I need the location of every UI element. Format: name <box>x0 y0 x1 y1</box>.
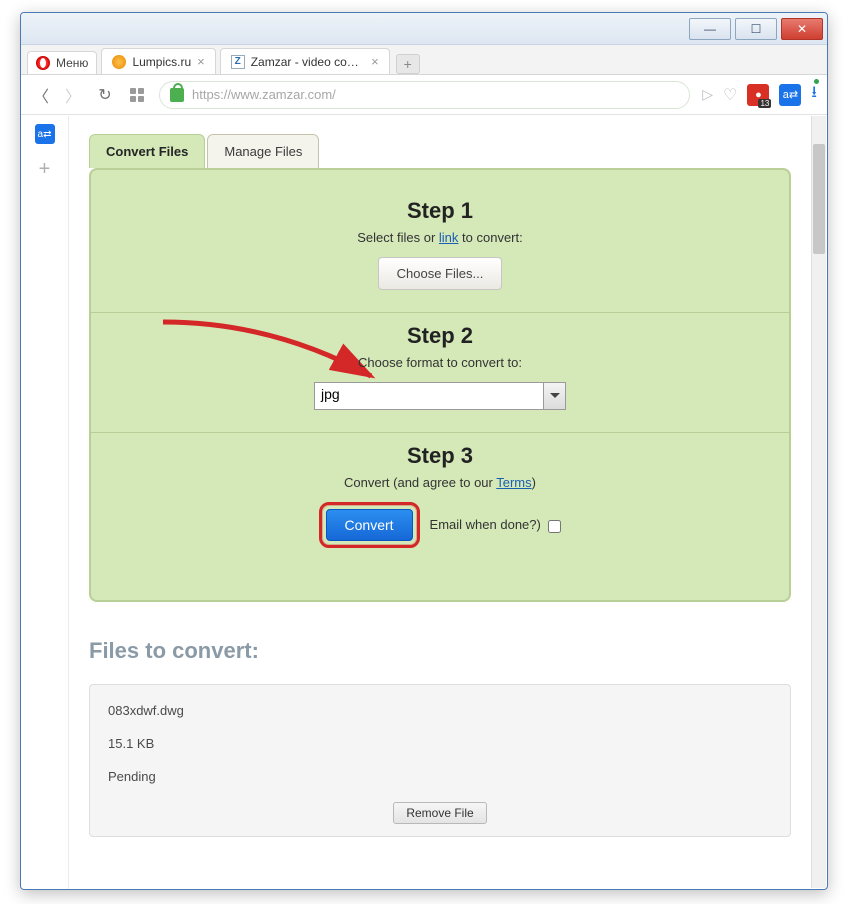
forward-button[interactable]: 〉 <box>63 85 83 105</box>
step3-desc: Convert (and agree to our Terms) <box>91 475 789 490</box>
choose-files-button[interactable]: Choose Files... <box>378 257 503 290</box>
badge-count: 13 <box>758 99 771 108</box>
remove-file-button[interactable]: Remove File <box>393 802 486 824</box>
page-content: Convert Files Manage Files Step 1 Select… <box>69 116 811 889</box>
scrollbar-thumb[interactable] <box>813 144 825 254</box>
extension-translate-icon[interactable]: a⇄ <box>779 84 801 106</box>
link-url[interactable]: link <box>439 230 459 245</box>
file-name: 083xdwf.dwg <box>108 703 772 718</box>
heart-icon[interactable]: ♡ <box>723 85 737 105</box>
favicon-icon: Z <box>231 55 245 69</box>
tab-zamzar[interactable]: Z Zamzar - video converter, × <box>220 48 390 74</box>
address-bar[interactable]: https://www.zamzar.com/ <box>159 81 690 109</box>
left-sidebar: a⇄ + <box>21 116 69 889</box>
file-entry: 083xdwf.dwg 15.1 KB Pending Remove File <box>89 684 791 837</box>
tab-title: Lumpics.ru <box>132 55 191 69</box>
favicon-icon <box>112 55 126 69</box>
step1-desc: Select files or link to convert: <box>91 230 789 245</box>
menu-label: Меню <box>56 56 88 70</box>
speed-dial-button[interactable] <box>127 85 147 105</box>
email-checkbox[interactable] <box>548 520 561 533</box>
step2-desc: Choose format to convert to: <box>91 355 789 370</box>
minimize-button[interactable]: — <box>689 18 731 40</box>
opera-menu-button[interactable]: Меню <box>27 51 97 74</box>
back-button[interactable]: 〈 <box>31 85 51 105</box>
tab-lumpics[interactable]: Lumpics.ru × <box>101 48 215 74</box>
extension-adblock-icon[interactable]: ●13 <box>747 84 769 106</box>
step1-title: Step 1 <box>91 198 789 224</box>
tab-manage-files[interactable]: Manage Files <box>207 134 319 168</box>
url-text: https://www.zamzar.com/ <box>192 87 336 102</box>
vertical-scrollbar[interactable] <box>811 116 826 888</box>
sidebar-add-button[interactable]: + <box>39 158 51 181</box>
file-status: Pending <box>108 769 772 784</box>
step-3: Step 3 Convert (and agree to our Terms) … <box>91 432 789 570</box>
reload-button[interactable]: ↻ <box>95 85 115 105</box>
files-heading: Files to convert: <box>89 638 791 664</box>
convert-panel: Step 1 Select files or link to convert: … <box>89 168 791 602</box>
email-when-done[interactable]: Email when done?) <box>430 517 562 532</box>
tab-title: Zamzar - video converter, <box>251 55 365 69</box>
step3-title: Step 3 <box>91 443 789 469</box>
format-select[interactable]: jpg <box>314 382 566 410</box>
close-tab-icon[interactable]: × <box>371 54 379 69</box>
close-tab-icon[interactable]: × <box>197 54 205 69</box>
new-tab-button[interactable]: + <box>396 54 420 74</box>
step-1: Step 1 Select files or link to convert: … <box>91 188 789 312</box>
step2-title: Step 2 <box>91 323 789 349</box>
lock-icon <box>170 88 184 102</box>
browser-window: — ☐ ✕ Меню Lumpics.ru × Z Zamzar - video… <box>20 12 828 890</box>
browser-tabstrip: Меню Lumpics.ru × Z Zamzar - video conve… <box>21 45 827 75</box>
file-size: 15.1 KB <box>108 736 772 751</box>
downloads-button[interactable]: ⭳ <box>811 81 817 108</box>
tab-convert-files[interactable]: Convert Files <box>89 134 205 168</box>
terms-link[interactable]: Terms <box>496 475 531 490</box>
convert-button[interactable]: Convert <box>326 509 413 541</box>
address-bar-row: 〈 〉 ↻ https://www.zamzar.com/ ▷ ♡ ●13 a⇄… <box>21 75 827 115</box>
close-button[interactable]: ✕ <box>781 18 823 40</box>
chevron-down-icon[interactable] <box>544 382 566 410</box>
opera-icon <box>36 56 50 70</box>
maximize-button[interactable]: ☐ <box>735 18 777 40</box>
send-icon[interactable]: ▷ <box>702 86 713 103</box>
highlight-annotation: Convert <box>319 502 420 548</box>
format-value: jpg <box>314 382 544 410</box>
titlebar: — ☐ ✕ <box>21 13 827 45</box>
sidebar-translate-icon[interactable]: a⇄ <box>35 124 55 144</box>
step-2: Step 2 Choose format to convert to: jpg <box>91 312 789 432</box>
